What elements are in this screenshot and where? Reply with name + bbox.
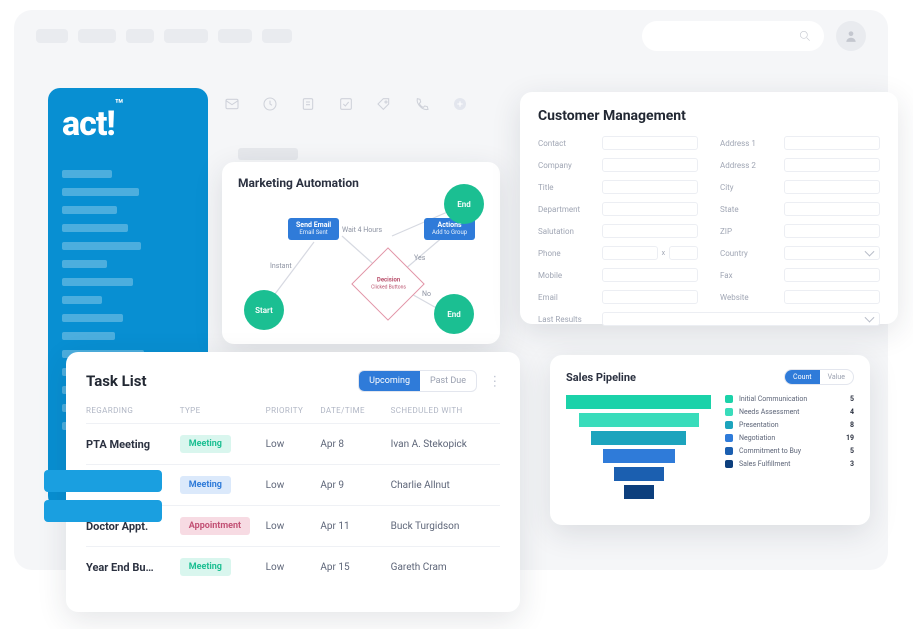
label-company: Company	[538, 161, 594, 170]
user-icon	[844, 29, 858, 43]
input-address2[interactable]	[784, 158, 880, 172]
note-icon[interactable]	[300, 96, 316, 112]
mail-icon[interactable]	[224, 96, 240, 112]
pipeline-card: Sales Pipeline Count Value Initial Commu…	[550, 355, 870, 525]
table-row[interactable]: PTA MeetingMeetingLowApr 8Ivan A. Stekop…	[86, 423, 500, 464]
flow-end-2: End	[434, 294, 474, 334]
topbar	[14, 10, 888, 62]
task-list-title: Task List	[86, 372, 147, 390]
label-mobile: Mobile	[538, 271, 594, 280]
seg-count[interactable]: Count	[785, 370, 820, 384]
input-phone-ext[interactable]	[669, 246, 698, 260]
legend-item: Presentation8	[725, 421, 854, 429]
pipeline-title: Sales Pipeline	[566, 371, 636, 384]
plus-icon[interactable]	[452, 96, 468, 112]
input-phone[interactable]	[602, 246, 658, 260]
marketing-card: Marketing Automation Start Send Email Em…	[222, 162, 500, 344]
label-country: Country	[720, 249, 776, 258]
select-country[interactable]	[784, 246, 880, 260]
input-fax[interactable]	[784, 268, 880, 282]
input-state[interactable]	[784, 202, 880, 216]
avatar[interactable]	[836, 21, 866, 51]
customer-title: Customer Management	[538, 108, 880, 124]
seg-value[interactable]: Value	[820, 370, 853, 384]
label-website: Website	[720, 293, 776, 302]
flow-end-1: End	[444, 184, 484, 224]
input-contact[interactable]	[602, 136, 698, 150]
brand-logo: act!™	[62, 104, 194, 144]
pipeline-segment[interactable]: Count Value	[784, 369, 854, 385]
kebab-icon[interactable]: ⋯	[491, 375, 497, 388]
label-fax: Fax	[720, 271, 776, 280]
label-title: Title	[538, 183, 594, 192]
icon-ribbon	[224, 96, 468, 112]
legend-item: Commitment to Buy5	[725, 447, 854, 455]
label-email: Email	[538, 293, 594, 302]
task-filter-segment[interactable]: Upcoming Past Due	[358, 370, 477, 392]
filter-pastdue[interactable]: Past Due	[420, 371, 476, 391]
label-state: State	[720, 205, 776, 214]
flow-start: Start	[244, 290, 284, 330]
sidebar-chip[interactable]	[44, 470, 162, 492]
input-department[interactable]	[602, 202, 698, 216]
input-website[interactable]	[784, 290, 880, 304]
search-input[interactable]	[642, 21, 824, 51]
input-zip[interactable]	[784, 224, 880, 238]
table-row[interactable]: Year End Bu…MeetingLowApr 15Gareth Cram	[86, 546, 500, 587]
placeholder-label	[238, 148, 298, 160]
label-contact: Contact	[538, 139, 594, 148]
label-address1: Address 1	[720, 139, 776, 148]
clock-icon[interactable]	[262, 96, 278, 112]
label-zip: ZIP	[720, 227, 776, 236]
phone-icon[interactable]	[414, 96, 430, 112]
legend-item: Negotiation19	[725, 434, 854, 442]
select-last-results[interactable]	[602, 312, 880, 326]
flow-send-email: Send Email Email Sent	[288, 218, 339, 240]
input-title[interactable]	[602, 180, 698, 194]
tag-icon[interactable]	[376, 96, 392, 112]
customer-card: Customer Management Contact Address 1 Co…	[520, 92, 898, 324]
input-email[interactable]	[602, 290, 698, 304]
legend-item: Sales Fulfillment3	[725, 460, 854, 468]
input-salutation[interactable]	[602, 224, 698, 238]
pipeline-legend: Initial Communication5 Needs Assessment4 P…	[725, 395, 854, 468]
input-company[interactable]	[602, 158, 698, 172]
funnel-chart	[566, 395, 711, 503]
col-priority: PRIORITY	[266, 406, 321, 415]
legend-item: Initial Communication5	[725, 395, 854, 403]
input-city[interactable]	[784, 180, 880, 194]
input-address1[interactable]	[784, 136, 880, 150]
check-icon[interactable]	[338, 96, 354, 112]
col-datetime: DATE/TIME	[320, 406, 390, 415]
label-phone: Phone	[538, 249, 594, 258]
col-regarding: REGARDING	[86, 406, 180, 415]
search-icon	[798, 29, 812, 43]
legend-item: Needs Assessment4	[725, 408, 854, 416]
sidebar-chip[interactable]	[44, 500, 162, 522]
filter-upcoming[interactable]: Upcoming	[359, 371, 420, 391]
col-scheduled: SCHEDULED WITH	[391, 406, 500, 415]
label-address2: Address 2	[720, 161, 776, 170]
col-type: TYPE	[180, 406, 266, 415]
label-department: Department	[538, 205, 594, 214]
label-city: City	[720, 183, 776, 192]
input-mobile[interactable]	[602, 268, 698, 282]
label-last-results: Last Results	[538, 315, 594, 324]
label-salutation: Salutation	[538, 227, 594, 236]
